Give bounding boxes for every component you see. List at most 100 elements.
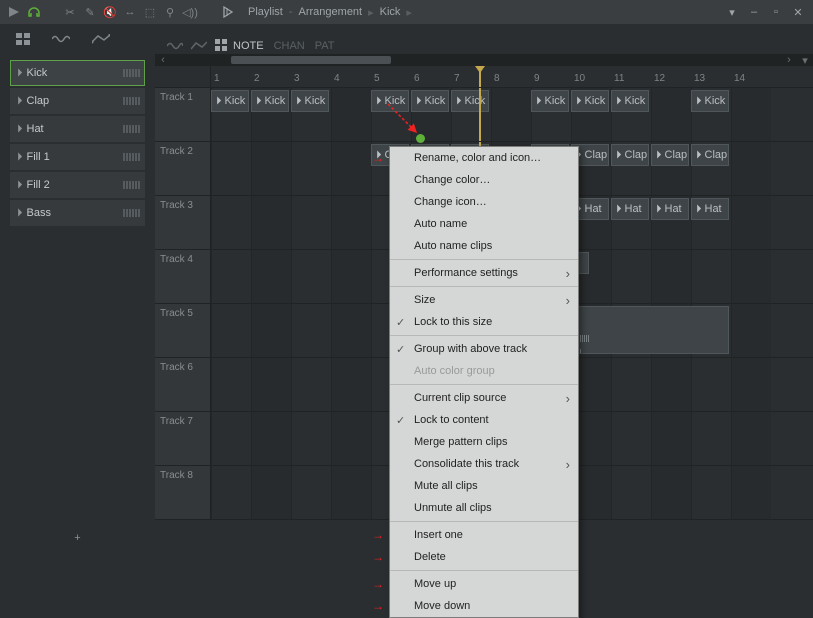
menu-item[interactable]: Rename, color and icon…→ xyxy=(390,147,578,169)
clip-label: Clap xyxy=(625,149,648,161)
pattern-clip[interactable]: ⏵Clap xyxy=(651,144,689,166)
pattern-item[interactable]: ⏵ Fill 2 xyxy=(10,172,145,198)
clip-glyph-icon: ⏵ xyxy=(696,203,702,216)
window-title: Playlist - Arrangement ▸ Kick ▸ xyxy=(248,6,412,19)
pattern-preview xyxy=(123,181,140,189)
track-header[interactable]: Track 6 xyxy=(155,358,211,411)
track-header[interactable]: Track 8 xyxy=(155,466,211,519)
sub-tab[interactable]: NOTE xyxy=(233,40,264,52)
brush-icon[interactable]: ✎ xyxy=(82,4,98,20)
pattern-clip[interactable]: ⏵Kick xyxy=(611,90,649,112)
menu-item[interactable]: Current clip source xyxy=(390,387,578,409)
menu-item[interactable]: Lock to this size xyxy=(390,311,578,333)
menu-item[interactable]: Move up→ xyxy=(390,573,578,595)
clip-glyph-icon: ⏵ xyxy=(456,95,462,108)
minimize-icon[interactable]: – xyxy=(745,3,763,21)
wave-icon[interactable] xyxy=(167,41,183,51)
track-header[interactable]: Track 5 xyxy=(155,304,211,357)
track-header[interactable]: Track 1 xyxy=(155,88,211,141)
headphones-icon[interactable] xyxy=(26,4,42,20)
menu-item[interactable]: Delete→ xyxy=(390,546,578,568)
sub-tab[interactable]: CHAN xyxy=(274,40,305,52)
scroll-end-icon[interactable]: ▾ xyxy=(797,54,813,67)
play-icon[interactable] xyxy=(6,4,22,20)
menu-item[interactable]: Merge pattern clips xyxy=(390,431,578,453)
wave-icon[interactable] xyxy=(52,34,70,44)
playback-icon[interactable]: ◁)) xyxy=(182,4,198,20)
track-row: Track 1⏵Kick⏵Kick⏵Kick⏵Kick⏵Kick⏵Kick⏵Ki… xyxy=(155,88,813,142)
menu-item[interactable]: Change color… xyxy=(390,169,578,191)
zoom-icon[interactable]: ⚲ xyxy=(162,4,178,20)
scrollbar-thumb[interactable] xyxy=(231,56,391,64)
grid-icon[interactable] xyxy=(215,39,227,51)
menu-item[interactable]: Auto name clips xyxy=(390,235,578,257)
scroll-left-icon[interactable]: ‹ xyxy=(155,54,171,66)
pattern-clip[interactable]: ⏵Kick xyxy=(451,90,489,112)
maximize-icon[interactable]: ▫ xyxy=(767,3,785,21)
playlist-icon[interactable] xyxy=(220,4,236,20)
close-icon[interactable]: ✕ xyxy=(789,3,807,21)
sub-tab[interactable]: PAT xyxy=(315,40,335,52)
track-lane[interactable]: ⏵Kick⏵Kick⏵Kick⏵Kick⏵Kick⏵Kick⏵Kick⏵Kick… xyxy=(211,88,813,141)
chevron-right-icon: ▸ xyxy=(368,6,374,19)
overview-scrollbar[interactable]: ‹ › ▾ xyxy=(155,54,813,66)
select-icon[interactable]: ⬚ xyxy=(142,4,158,20)
slip-icon[interactable]: ↔ xyxy=(122,4,138,20)
pattern-clip[interactable]: ⏵Kick xyxy=(291,90,329,112)
track-header[interactable]: Track 2 xyxy=(155,142,211,195)
pattern-item[interactable]: ⏵ Clap xyxy=(10,88,145,114)
pattern-clip[interactable]: ⏵Kick xyxy=(251,90,289,112)
menu-item[interactable]: Auto name xyxy=(390,213,578,235)
menu-item[interactable]: Unmute all clips xyxy=(390,497,578,519)
pattern-item[interactable]: ⏵ Bass xyxy=(10,200,145,226)
menu-item-label: Auto name clips xyxy=(414,240,492,252)
menu-item[interactable]: Group with above track xyxy=(390,338,578,360)
pattern-clip[interactable]: ⏵Clap xyxy=(691,144,729,166)
mute-icon[interactable]: 🔇 xyxy=(102,4,118,20)
menu-item[interactable]: Move down→ xyxy=(390,595,578,617)
annotation-arrow-icon xyxy=(386,102,426,142)
add-pattern-button[interactable]: + xyxy=(0,524,155,552)
pattern-label: Bass xyxy=(27,207,51,219)
line-icon[interactable] xyxy=(92,34,110,44)
pattern-clip[interactable]: ⏵Kick xyxy=(571,90,609,112)
pattern-clip[interactable]: ⏵Hat xyxy=(691,198,729,220)
pattern-clip[interactable]: ⏵Clap xyxy=(611,144,649,166)
pattern-label: Fill 2 xyxy=(27,179,50,191)
track-header[interactable]: Track 4 xyxy=(155,250,211,303)
menu-item[interactable]: Change icon… xyxy=(390,191,578,213)
pattern-clip[interactable]: ⏵Hat xyxy=(651,198,689,220)
pattern-clip[interactable]: ⏵Kick xyxy=(211,90,249,112)
menu-item[interactable]: Performance settings xyxy=(390,262,578,284)
line-icon[interactable] xyxy=(191,41,207,51)
menu-item[interactable]: Mute all clips xyxy=(390,475,578,497)
pattern-clip[interactable]: ⏵Hat xyxy=(611,198,649,220)
pattern-clip[interactable]: ⏵Kick xyxy=(691,90,729,112)
title-arrangement[interactable]: Arrangement xyxy=(299,6,363,18)
menu-item[interactable]: Size xyxy=(390,289,578,311)
menu-item-label: Insert one xyxy=(414,529,463,541)
blocks-icon[interactable] xyxy=(16,33,30,45)
track-context-menu[interactable]: Rename, color and icon…→Change color… Cha… xyxy=(389,146,579,618)
chevron-down-icon[interactable]: ▾ xyxy=(723,3,741,21)
pattern-item[interactable]: ⏵ Hat xyxy=(10,116,145,142)
title-pattern[interactable]: Kick xyxy=(380,6,401,18)
track-header[interactable]: Track 3 xyxy=(155,196,211,249)
pattern-item[interactable]: ⏵ Kick xyxy=(10,60,145,86)
scroll-right-icon[interactable]: › xyxy=(781,54,797,66)
menu-item[interactable]: Insert one→ xyxy=(390,524,578,546)
playhead[interactable] xyxy=(479,66,481,87)
menu-item-label: Change icon… xyxy=(414,196,487,208)
timeline-ruler[interactable]: 1234567891011121314 xyxy=(211,66,813,87)
menu-item[interactable]: Consolidate this track xyxy=(390,453,578,475)
menu-separator xyxy=(390,286,578,287)
menu-item[interactable]: Lock to content xyxy=(390,409,578,431)
playhead-marker-icon xyxy=(475,66,485,73)
pattern-item[interactable]: ⏵ Fill 1 xyxy=(10,144,145,170)
cut-icon[interactable]: ✂ xyxy=(62,4,78,20)
bar-number: 4 xyxy=(334,73,340,84)
pattern-clip[interactable]: ⏵Kick xyxy=(531,90,569,112)
pattern-glyph-icon: ⏵ xyxy=(17,151,23,164)
bar-number: 2 xyxy=(254,73,260,84)
track-header[interactable]: Track 7 xyxy=(155,412,211,465)
